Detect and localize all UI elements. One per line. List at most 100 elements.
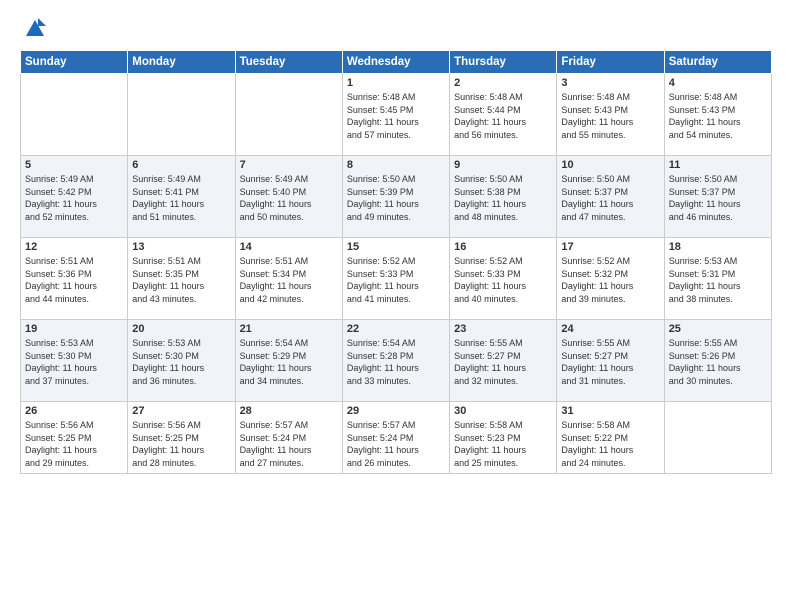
calendar-cell: 17 Sunrise: 5:52 AM Sunset: 5:32 PM Dayli… bbox=[557, 238, 664, 320]
calendar-week-row: 19 Sunrise: 5:53 AM Sunset: 5:30 PM Dayli… bbox=[21, 320, 772, 402]
col-header-thursday: Thursday bbox=[450, 51, 557, 74]
calendar-week-row: 12 Sunrise: 5:51 AM Sunset: 5:36 PM Dayli… bbox=[21, 238, 772, 320]
cell-info: Sunrise: 5:57 AM Sunset: 5:24 PM Dayligh… bbox=[347, 419, 445, 469]
day-number: 22 bbox=[347, 323, 445, 335]
calendar-cell: 18 Sunrise: 5:53 AM Sunset: 5:31 PM Dayli… bbox=[664, 238, 771, 320]
day-number: 20 bbox=[132, 323, 230, 335]
page: SundayMondayTuesdayWednesdayThursdayFrid… bbox=[0, 0, 792, 612]
cell-info: Sunrise: 5:55 AM Sunset: 5:27 PM Dayligh… bbox=[561, 337, 659, 387]
calendar-cell: 4 Sunrise: 5:48 AM Sunset: 5:43 PM Daylig… bbox=[664, 74, 771, 156]
calendar-cell: 6Sunrise: 5:49 AM Sunset: 5:41 PM Daylig… bbox=[128, 156, 235, 238]
day-number: 4 bbox=[669, 77, 767, 89]
calendar-cell: 5Sunrise: 5:49 AM Sunset: 5:42 PM Daylig… bbox=[21, 156, 128, 238]
day-number: 21 bbox=[240, 323, 338, 335]
day-number: 19 bbox=[25, 323, 123, 335]
calendar-cell: 28 Sunrise: 5:57 AM Sunset: 5:24 PM Dayli… bbox=[235, 402, 342, 474]
day-number: 16 bbox=[454, 241, 552, 253]
day-number: 24 bbox=[561, 323, 659, 335]
col-header-sunday: Sunday bbox=[21, 51, 128, 74]
calendar-cell: 8 Sunrise: 5:50 AM Sunset: 5:39 PM Daylig… bbox=[342, 156, 449, 238]
cell-info: Sunrise: 5:52 AM Sunset: 5:33 PM Dayligh… bbox=[454, 255, 552, 305]
calendar-cell: 30 Sunrise: 5:58 AM Sunset: 5:23 PM Dayli… bbox=[450, 402, 557, 474]
col-header-friday: Friday bbox=[557, 51, 664, 74]
calendar-cell: 19Sunrise: 5:53 AM Sunset: 5:30 PM Dayli… bbox=[21, 320, 128, 402]
calendar-cell: 10 Sunrise: 5:50 AM Sunset: 5:37 PM Dayli… bbox=[557, 156, 664, 238]
day-number: 28 bbox=[240, 405, 338, 417]
day-number: 14 bbox=[240, 241, 338, 253]
calendar-cell: 2 Sunrise: 5:48 AM Sunset: 5:44 PM Daylig… bbox=[450, 74, 557, 156]
calendar-week-row: 1Sunrise: 5:48 AM Sunset: 5:45 PM Daylig… bbox=[21, 74, 772, 156]
col-header-wednesday: Wednesday bbox=[342, 51, 449, 74]
day-number: 11 bbox=[669, 159, 767, 171]
calendar-cell bbox=[235, 74, 342, 156]
day-number: 17 bbox=[561, 241, 659, 253]
cell-info: Sunrise: 5:51 AM Sunset: 5:35 PM Dayligh… bbox=[132, 255, 230, 305]
cell-info: Sunrise: 5:48 AM Sunset: 5:44 PM Dayligh… bbox=[454, 91, 552, 141]
col-header-monday: Monday bbox=[128, 51, 235, 74]
logo-icon bbox=[24, 18, 46, 40]
calendar-cell: 26 Sunrise: 5:56 AM Sunset: 5:25 PM Dayli… bbox=[21, 402, 128, 474]
calendar-cell: 27Sunrise: 5:56 AM Sunset: 5:25 PM Dayli… bbox=[128, 402, 235, 474]
day-number: 1 bbox=[347, 77, 445, 89]
calendar-cell: 11 Sunrise: 5:50 AM Sunset: 5:37 PM Dayli… bbox=[664, 156, 771, 238]
calendar-cell: 25Sunrise: 5:55 AM Sunset: 5:26 PM Dayli… bbox=[664, 320, 771, 402]
day-number: 31 bbox=[561, 405, 659, 417]
header bbox=[20, 18, 772, 40]
calendar-cell bbox=[21, 74, 128, 156]
day-number: 7 bbox=[240, 159, 338, 171]
calendar-week-row: 26 Sunrise: 5:56 AM Sunset: 5:25 PM Dayli… bbox=[21, 402, 772, 474]
cell-info: Sunrise: 5:58 AM Sunset: 5:22 PM Dayligh… bbox=[561, 419, 659, 469]
cell-info: Sunrise: 5:58 AM Sunset: 5:23 PM Dayligh… bbox=[454, 419, 552, 469]
day-number: 30 bbox=[454, 405, 552, 417]
calendar-cell: 22Sunrise: 5:54 AM Sunset: 5:28 PM Dayli… bbox=[342, 320, 449, 402]
calendar-cell: 3 Sunrise: 5:48 AM Sunset: 5:43 PM Daylig… bbox=[557, 74, 664, 156]
cell-info: Sunrise: 5:50 AM Sunset: 5:37 PM Dayligh… bbox=[669, 173, 767, 223]
calendar-cell: 23 Sunrise: 5:55 AM Sunset: 5:27 PM Dayli… bbox=[450, 320, 557, 402]
day-number: 26 bbox=[25, 405, 123, 417]
cell-info: Sunrise: 5:55 AM Sunset: 5:27 PM Dayligh… bbox=[454, 337, 552, 387]
calendar-cell: 20 Sunrise: 5:53 AM Sunset: 5:30 PM Dayli… bbox=[128, 320, 235, 402]
calendar-cell: 29Sunrise: 5:57 AM Sunset: 5:24 PM Dayli… bbox=[342, 402, 449, 474]
cell-info: Sunrise: 5:48 AM Sunset: 5:43 PM Dayligh… bbox=[561, 91, 659, 141]
day-number: 5 bbox=[25, 159, 123, 171]
cell-info: Sunrise: 5:53 AM Sunset: 5:30 PM Dayligh… bbox=[132, 337, 230, 387]
day-number: 12 bbox=[25, 241, 123, 253]
cell-info: Sunrise: 5:50 AM Sunset: 5:37 PM Dayligh… bbox=[561, 173, 659, 223]
calendar: SundayMondayTuesdayWednesdayThursdayFrid… bbox=[20, 50, 772, 474]
cell-info: Sunrise: 5:54 AM Sunset: 5:29 PM Dayligh… bbox=[240, 337, 338, 387]
cell-info: Sunrise: 5:56 AM Sunset: 5:25 PM Dayligh… bbox=[25, 419, 123, 469]
cell-info: Sunrise: 5:51 AM Sunset: 5:36 PM Dayligh… bbox=[25, 255, 123, 305]
cell-info: Sunrise: 5:53 AM Sunset: 5:31 PM Dayligh… bbox=[669, 255, 767, 305]
cell-info: Sunrise: 5:52 AM Sunset: 5:32 PM Dayligh… bbox=[561, 255, 659, 305]
cell-info: Sunrise: 5:49 AM Sunset: 5:41 PM Dayligh… bbox=[132, 173, 230, 223]
day-number: 18 bbox=[669, 241, 767, 253]
calendar-cell: 7 Sunrise: 5:49 AM Sunset: 5:40 PM Daylig… bbox=[235, 156, 342, 238]
calendar-cell: 16 Sunrise: 5:52 AM Sunset: 5:33 PM Dayli… bbox=[450, 238, 557, 320]
calendar-cell: 14 Sunrise: 5:51 AM Sunset: 5:34 PM Dayli… bbox=[235, 238, 342, 320]
cell-info: Sunrise: 5:50 AM Sunset: 5:38 PM Dayligh… bbox=[454, 173, 552, 223]
col-header-saturday: Saturday bbox=[664, 51, 771, 74]
logo bbox=[20, 18, 46, 40]
calendar-cell bbox=[664, 402, 771, 474]
calendar-cell: 1Sunrise: 5:48 AM Sunset: 5:45 PM Daylig… bbox=[342, 74, 449, 156]
cell-info: Sunrise: 5:56 AM Sunset: 5:25 PM Dayligh… bbox=[132, 419, 230, 469]
cell-info: Sunrise: 5:50 AM Sunset: 5:39 PM Dayligh… bbox=[347, 173, 445, 223]
day-number: 3 bbox=[561, 77, 659, 89]
day-number: 10 bbox=[561, 159, 659, 171]
day-number: 23 bbox=[454, 323, 552, 335]
day-number: 2 bbox=[454, 77, 552, 89]
cell-info: Sunrise: 5:48 AM Sunset: 5:43 PM Dayligh… bbox=[669, 91, 767, 141]
calendar-cell: 21 Sunrise: 5:54 AM Sunset: 5:29 PM Dayli… bbox=[235, 320, 342, 402]
cell-info: Sunrise: 5:49 AM Sunset: 5:40 PM Dayligh… bbox=[240, 173, 338, 223]
calendar-cell: 31 Sunrise: 5:58 AM Sunset: 5:22 PM Dayli… bbox=[557, 402, 664, 474]
cell-info: Sunrise: 5:51 AM Sunset: 5:34 PM Dayligh… bbox=[240, 255, 338, 305]
calendar-cell: 15Sunrise: 5:52 AM Sunset: 5:33 PM Dayli… bbox=[342, 238, 449, 320]
cell-info: Sunrise: 5:52 AM Sunset: 5:33 PM Dayligh… bbox=[347, 255, 445, 305]
cell-info: Sunrise: 5:57 AM Sunset: 5:24 PM Dayligh… bbox=[240, 419, 338, 469]
day-number: 9 bbox=[454, 159, 552, 171]
calendar-cell: 12 Sunrise: 5:51 AM Sunset: 5:36 PM Dayli… bbox=[21, 238, 128, 320]
day-number: 8 bbox=[347, 159, 445, 171]
calendar-cell: 13Sunrise: 5:51 AM Sunset: 5:35 PM Dayli… bbox=[128, 238, 235, 320]
calendar-cell bbox=[128, 74, 235, 156]
calendar-week-row: 5Sunrise: 5:49 AM Sunset: 5:42 PM Daylig… bbox=[21, 156, 772, 238]
